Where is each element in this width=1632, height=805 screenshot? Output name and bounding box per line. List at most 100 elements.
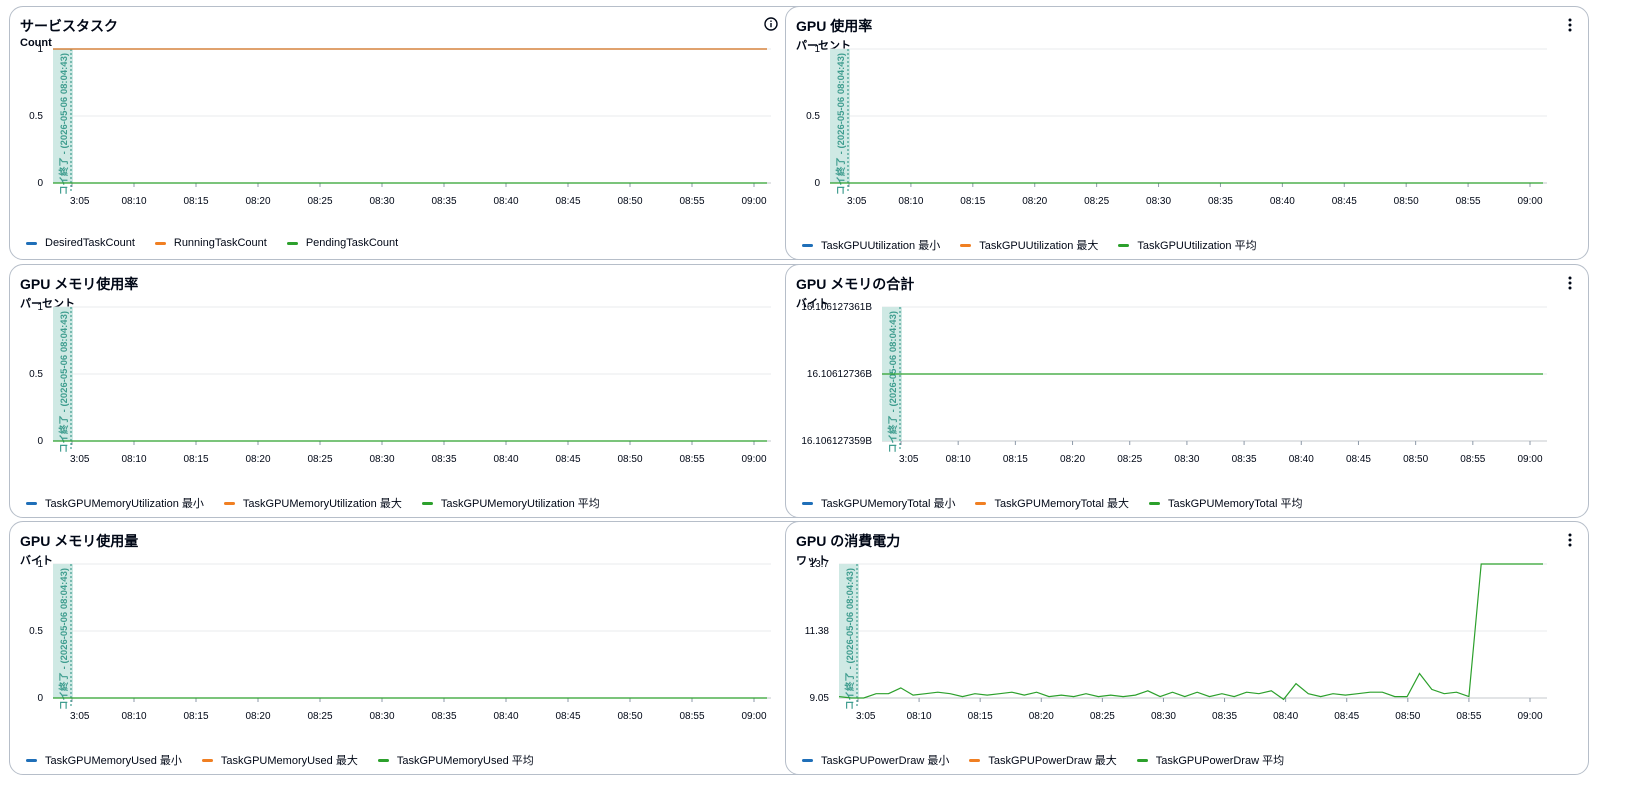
legend-label: PendingTaskCount (305, 237, 399, 249)
legend-label: TaskGPUPowerDraw 最小 (821, 755, 950, 767)
legend-swatch (960, 243, 972, 247)
annotation-label: コイ終了 - (2026-05-06 08:04:43) (835, 53, 847, 195)
chart-legend: TaskGPUPowerDraw 最小 TaskGPUPowerDraw 最大 Ta… (802, 752, 1284, 768)
legend-swatch (201, 758, 213, 762)
annotation-label: コイ終了 - (2026-05-06 08:04:43) (887, 311, 899, 453)
legend-item[interactable]: TaskGPUMemoryTotal 最大 (975, 495, 1129, 511)
x-tick-label: 08:25 (1117, 454, 1142, 465)
x-tick-label: 08:45 (555, 711, 580, 722)
x-tick-label: 08:15 (1003, 454, 1028, 465)
x-tick-label: 08:20 (245, 454, 270, 465)
legend-swatch (223, 501, 235, 505)
annotation-label: コイ終了 - (2026-05-06 08:04:43) (844, 568, 856, 710)
legend-label: TaskGPUMemoryUsed 最大 (220, 755, 358, 767)
x-tick-label: 08:45 (555, 454, 580, 465)
chart-legend: TaskGPUMemoryUsed 最小 TaskGPUMemoryUsed 最大… (26, 752, 534, 768)
x-tick-label: 3:05 (70, 454, 90, 465)
x-tick-label: 08:50 (1403, 454, 1428, 465)
legend-item[interactable]: TaskGPUUtilization 最大 (960, 237, 1098, 253)
x-tick-label: 08:20 (245, 196, 270, 207)
x-tick-label: 08:25 (1090, 711, 1115, 722)
chart-plot: 1 0.5 0 3:05 08:10 08:15 08:20 08:25 08:30 08:35 0… (806, 44, 1547, 207)
legend-item[interactable]: TaskGPUMemoryUtilization 平均 (421, 495, 600, 511)
legend-swatch (26, 758, 37, 762)
x-tick-label: 08:30 (369, 711, 394, 722)
x-tick-label: 08:10 (907, 711, 932, 722)
legend-item[interactable]: TaskGPUMemoryUtilization 最大 (223, 495, 402, 511)
legend-item[interactable]: PendingTaskCount (286, 237, 399, 249)
legend-item[interactable]: TaskGPUPowerDraw 平均 (1136, 752, 1285, 768)
x-tick-label: 09:00 (741, 454, 766, 465)
legend-label: TaskGPUUtilization 最小 (821, 240, 941, 252)
legend-swatch (1148, 501, 1160, 505)
y-tick-label: 16.10612736B (807, 369, 872, 380)
legend-item[interactable]: TaskGPUMemoryUsed 最大 (201, 752, 358, 768)
legend-swatch (26, 501, 37, 505)
chart-legend: DesiredTaskCount RunningTaskCount PendingT… (26, 237, 398, 249)
x-tick-label: 3:05 (70, 711, 90, 722)
legend-label: TaskGPUMemoryTotal 最小 (821, 498, 956, 510)
x-tick-label: 08:30 (1151, 711, 1176, 722)
x-tick-label: 08:40 (493, 454, 518, 465)
y-tick-label: 11.38 (805, 626, 830, 637)
legend-swatch (1136, 758, 1148, 762)
y-tick-label: 0.5 (806, 111, 820, 122)
x-tick-label: 08:35 (431, 711, 456, 722)
widget-card: GPU 使用率 パーセント 1 0.5 0 3:05 08:10 08:15 08:20 08:2… (785, 6, 1589, 260)
chart-plot: 1 0.5 0 3:05 08:10 08:15 08:20 08:25 08:30 08:35 0… (29, 302, 771, 465)
x-tick-label: 08:55 (1456, 196, 1481, 207)
y-tick-label: 1 (37, 559, 43, 570)
legend-label: TaskGPUMemoryTotal 最大 (994, 498, 1129, 510)
x-tick-label: 08:45 (1346, 454, 1371, 465)
x-tick-label: 08:45 (1332, 196, 1357, 207)
x-tick-label: 08:50 (617, 196, 642, 207)
legend-label: TaskGPUPowerDraw 平均 (1155, 755, 1285, 767)
y-tick-label: 13.7 (810, 559, 830, 570)
legend-label: TaskGPUMemoryUsed 平均 (396, 755, 534, 767)
x-tick-label: 08:20 (245, 711, 270, 722)
x-tick-label: 08:35 (431, 196, 456, 207)
x-tick-label: 08:50 (1394, 196, 1419, 207)
x-tick-label: 08:50 (1395, 711, 1420, 722)
x-tick-label: 3:05 (70, 196, 90, 207)
legend-swatch (154, 241, 166, 245)
x-tick-label: 08:10 (121, 454, 146, 465)
x-tick-label: 08:50 (617, 711, 642, 722)
x-tick-label: 08:30 (369, 196, 394, 207)
x-tick-label: 08:20 (1022, 196, 1047, 207)
chart-legend: TaskGPUUtilization 最小 TaskGPUUtilization … (802, 237, 1257, 253)
legend-swatch (377, 758, 389, 762)
legend-item[interactable]: DesiredTaskCount (26, 237, 135, 249)
legend-item[interactable]: TaskGPUMemoryTotal 平均 (1148, 495, 1303, 511)
legend-label: TaskGPUUtilization 平均 (1137, 240, 1257, 252)
x-tick-label: 08:10 (121, 196, 146, 207)
legend-swatch (421, 501, 433, 505)
x-tick-label: 08:35 (1232, 454, 1257, 465)
y-tick-label: 0.5 (29, 111, 43, 122)
widget-card: GPU メモリ使用率 パーセント 1 0.5 0 3:05 08:10 08:15 08:20 0… (9, 264, 813, 518)
widget-card: GPU メモリ使用量 バイト 1 0.5 0 3:05 08:10 08:15 08:20 08:… (9, 521, 813, 775)
legend-item[interactable]: TaskGPUMemoryUsed 平均 (377, 752, 534, 768)
legend-item[interactable]: TaskGPUUtilization 平均 (1118, 237, 1257, 253)
x-tick-label: 08:20 (1029, 711, 1054, 722)
y-tick-label: 1 (37, 302, 43, 313)
y-tick-label: 1 (814, 44, 820, 55)
legend-item[interactable]: TaskGPUPowerDraw 最大 (969, 752, 1117, 768)
legend-item[interactable]: TaskGPUPowerDraw 最小 (802, 752, 949, 768)
x-tick-label: 08:15 (183, 454, 208, 465)
x-tick-label: 08:40 (1270, 196, 1295, 207)
legend-item[interactable]: TaskGPUMemoryTotal 最小 (802, 495, 955, 511)
x-tick-label: 08:55 (1460, 454, 1485, 465)
legend-item[interactable]: TaskGPUMemoryUsed 最小 (26, 752, 182, 768)
annotation-label: コイ終了 - (2026-05-06 08:04:43) (58, 311, 70, 453)
y-tick-label: 0.5 (29, 626, 43, 637)
legend-item[interactable]: TaskGPUUtilization 最小 (802, 237, 940, 253)
legend-item[interactable]: TaskGPUMemoryUtilization 最小 (26, 495, 204, 511)
legend-label: TaskGPUMemoryTotal 平均 (1167, 498, 1303, 510)
annotation-label: コイ終了 - (2026-05-06 08:04:43) (58, 53, 70, 195)
x-tick-label: 08:50 (617, 454, 642, 465)
y-tick-label: 0.5 (29, 369, 43, 380)
legend-swatch (975, 501, 987, 505)
legend-swatch (286, 241, 298, 245)
legend-item[interactable]: RunningTaskCount (154, 237, 267, 249)
